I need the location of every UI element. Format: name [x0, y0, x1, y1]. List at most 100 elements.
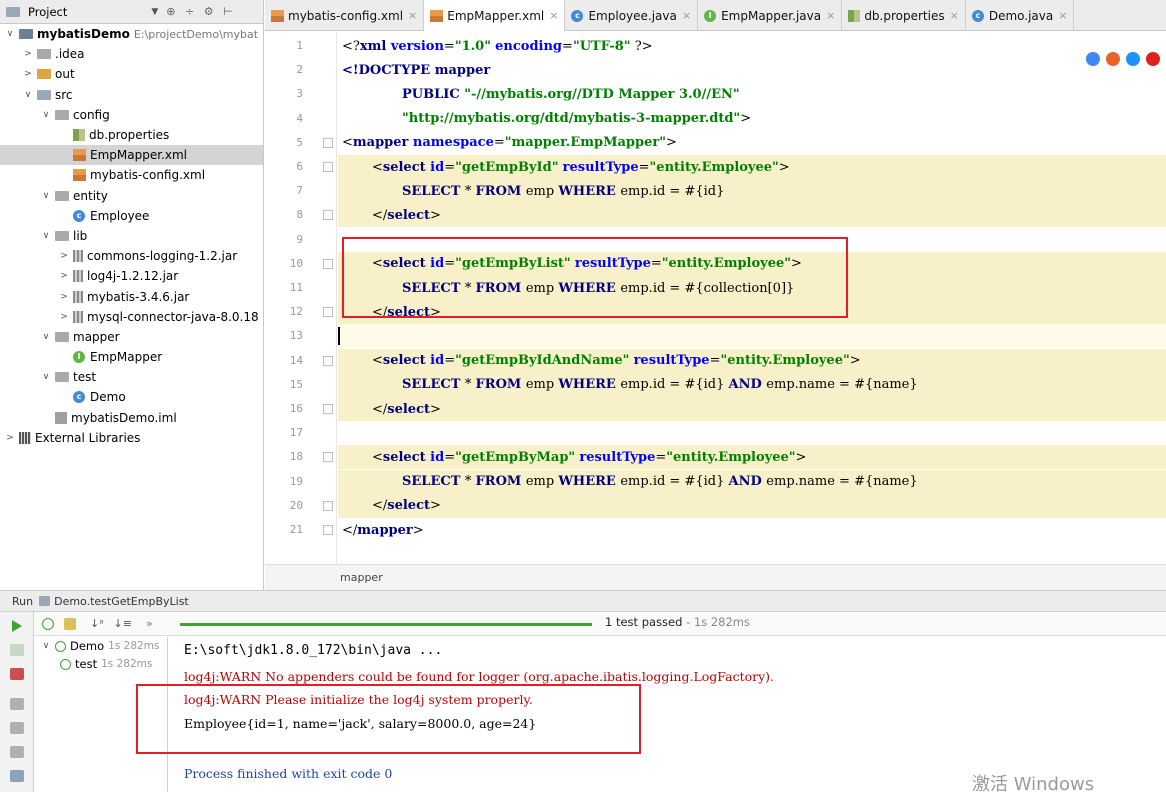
- fold-marker-icon[interactable]: [323, 500, 333, 511]
- tree-item[interactable]: ∨ mapper: [0, 327, 263, 347]
- code-line[interactable]: PUBLIC "-//mybatis.org//DTD Mapper 3.0//…: [338, 82, 1166, 106]
- tree-item[interactable]: > log4j-1.2.12.jar: [0, 266, 263, 286]
- fold-marker-icon[interactable]: [323, 525, 333, 535]
- code-line[interactable]: "http://mybatis.org/dtd/mybatis-3-mapper…: [338, 107, 1166, 131]
- close-icon[interactable]: ×: [1058, 9, 1067, 22]
- chrome-icon[interactable]: [1086, 52, 1100, 66]
- firefox-icon[interactable]: [1106, 52, 1120, 66]
- test-result-row[interactable]: test 1s 282ms: [34, 655, 167, 673]
- chevron-right-icon[interactable]: >: [22, 69, 34, 79]
- chevron-down-icon[interactable]: ∨: [40, 231, 52, 241]
- tree-item[interactable]: > mysql-connector-java-8.0.18: [0, 307, 263, 327]
- code-line[interactable]: SELECT * FROM emp WHERE emp.id = #{id} A…: [338, 372, 1166, 397]
- test-result-row[interactable]: ∨ Demo 1s 282ms: [34, 637, 167, 655]
- rerun-icon[interactable]: [12, 620, 22, 632]
- fold-marker-icon[interactable]: [323, 162, 333, 172]
- code-line[interactable]: [338, 324, 1166, 349]
- tree-item[interactable]: ∨ entity: [0, 186, 263, 206]
- close-icon[interactable]: ×: [408, 9, 417, 22]
- code-line[interactable]: </select >: [338, 203, 1166, 228]
- close-icon[interactable]: ×: [950, 9, 959, 22]
- chevron-down-icon[interactable]: ∨: [40, 372, 52, 382]
- fold-marker-icon[interactable]: [323, 307, 333, 318]
- safari-icon[interactable]: [1126, 52, 1140, 66]
- close-icon[interactable]: ×: [826, 9, 835, 22]
- show-ignored-icon[interactable]: [64, 617, 76, 630]
- chevron-down-icon[interactable]: ∨: [22, 90, 34, 100]
- editor-breadcrumb[interactable]: mapper: [265, 564, 1166, 590]
- tab-mybatis-config-xml[interactable]: mybatis-config.xml ×: [265, 0, 425, 31]
- stop-icon[interactable]: [10, 668, 24, 680]
- close-icon[interactable]: ×: [549, 9, 558, 22]
- tab-empmapper-java[interactable]: I EmpMapper.java ×: [698, 0, 843, 31]
- fold-marker-icon[interactable]: [323, 137, 333, 148]
- fold-marker-icon[interactable]: [323, 404, 333, 414]
- rerun-failed-icon[interactable]: [10, 644, 24, 656]
- console-output[interactable]: E:\soft\jdk1.8.0_172\bin\java ... log4j:W…: [136, 637, 1166, 792]
- tree-item[interactable]: > External Libraries: [0, 428, 263, 448]
- code-line[interactable]: SELECT * FROM emp WHERE emp.id = #{id} A…: [338, 469, 1166, 494]
- chevron-down-icon[interactable]: ∨: [40, 641, 52, 651]
- tree-item[interactable]: mybatis-config.xml: [0, 165, 263, 185]
- tree-item[interactable]: ∨ config: [0, 105, 263, 125]
- code-line[interactable]: <? xml version = "1.0" encoding = "UTF-8" ?>: [338, 34, 1166, 58]
- tree-item[interactable]: ∨ src: [0, 85, 263, 105]
- chevron-right-icon[interactable]: >: [58, 271, 70, 281]
- chevron-down-icon[interactable]: ∨: [40, 332, 52, 342]
- tab-db-properties[interactable]: db.properties ×: [842, 0, 966, 31]
- chevron-down-icon[interactable]: ∨: [40, 191, 52, 201]
- show-passed-icon[interactable]: [42, 617, 54, 630]
- code-line[interactable]: < select id = "getEmpByIdAndName" resultTyp…: [338, 348, 1166, 373]
- chevron-down-icon[interactable]: ∨: [4, 29, 16, 39]
- fold-marker-icon[interactable]: [323, 355, 333, 366]
- code-line[interactable]: SELECT * FROM emp WHERE emp.id = #{id}: [338, 179, 1166, 204]
- code-line[interactable]: < select id = "getEmpById" resultType = "enti…: [338, 155, 1166, 179]
- chevron-right-icon[interactable]: >: [4, 433, 16, 443]
- code-editor[interactable]: 1 2 3 4 5 6 7 8 9 10 11 12 13 14 15 16 17 18 19 20 21 <? xml …: [265, 32, 1166, 564]
- code-line[interactable]: </select >: [338, 493, 1166, 518]
- sort-duration-icon[interactable]: ↓≡: [114, 617, 132, 630]
- tab-empmapper-xml[interactable]: EmpMapper.xml ×: [424, 0, 566, 31]
- code-line[interactable]: <!DOCTYPE mapper: [338, 58, 1166, 82]
- tree-item[interactable]: EmpMapper.xml: [0, 145, 263, 166]
- code-line[interactable]: </select >: [338, 397, 1166, 421]
- more-icon[interactable]: »: [146, 617, 153, 630]
- code-line[interactable]: < select id = "getEmpByMap" resultType = "ent…: [338, 445, 1166, 470]
- tree-item[interactable]: ∨ lib: [0, 226, 263, 246]
- fold-marker-icon[interactable]: [323, 258, 333, 269]
- opera-icon[interactable]: [1146, 52, 1160, 66]
- tree-item[interactable]: ∨ test: [0, 367, 263, 387]
- fold-marker-icon[interactable]: [323, 452, 333, 463]
- grid-icon[interactable]: [10, 770, 24, 782]
- tree-item[interactable]: > out: [0, 64, 263, 84]
- chevron-right-icon[interactable]: >: [58, 251, 70, 261]
- sort-alpha-icon[interactable]: ↓ᵃ: [90, 617, 104, 630]
- tree-item[interactable]: ∨ mybatisDemo E:\projectDemo\mybat: [0, 24, 263, 44]
- tree-item[interactable]: c Employee: [0, 206, 263, 226]
- run-config-name[interactable]: Demo.testGetEmpByList: [54, 595, 189, 608]
- close-icon[interactable]: ×: [682, 9, 691, 22]
- fold-marker-icon[interactable]: [323, 210, 333, 221]
- export-icon[interactable]: [10, 746, 24, 758]
- chevron-right-icon[interactable]: >: [22, 49, 34, 59]
- chevron-right-icon[interactable]: >: [58, 312, 70, 322]
- tree-item[interactable]: mybatisDemo.iml: [0, 408, 263, 428]
- chevron-down-icon[interactable]: ∨: [40, 110, 52, 120]
- pin-icon[interactable]: [10, 698, 24, 710]
- tab-employee-java[interactable]: c Employee.java ×: [565, 0, 699, 31]
- tab-demo-java[interactable]: c Demo.java ×: [966, 0, 1075, 31]
- layout-icon[interactable]: [10, 722, 24, 734]
- chevron-right-icon[interactable]: >: [58, 292, 70, 302]
- tree-item[interactable]: db.properties: [0, 125, 263, 145]
- tree-item[interactable]: > .idea: [0, 44, 263, 64]
- code-line[interactable]: </mapper >: [338, 518, 1166, 542]
- tree-item[interactable]: c Demo: [0, 387, 263, 407]
- panel-tools-icons[interactable]: ⊕ ÷ ⚙ ⊢: [166, 5, 235, 18]
- tree-item[interactable]: > commons-logging-1.2.jar: [0, 246, 263, 266]
- project-panel-title[interactable]: Project: [28, 5, 67, 19]
- code-line[interactable]: < mapper namespace = "mapper.EmpMapper" >: [338, 131, 1166, 155]
- chevron-down-icon[interactable]: ▼: [151, 7, 158, 17]
- code-line[interactable]: [338, 421, 1166, 445]
- tree-item[interactable]: I EmpMapper: [0, 347, 263, 367]
- tree-item[interactable]: > mybatis-3.4.6.jar: [0, 286, 263, 306]
